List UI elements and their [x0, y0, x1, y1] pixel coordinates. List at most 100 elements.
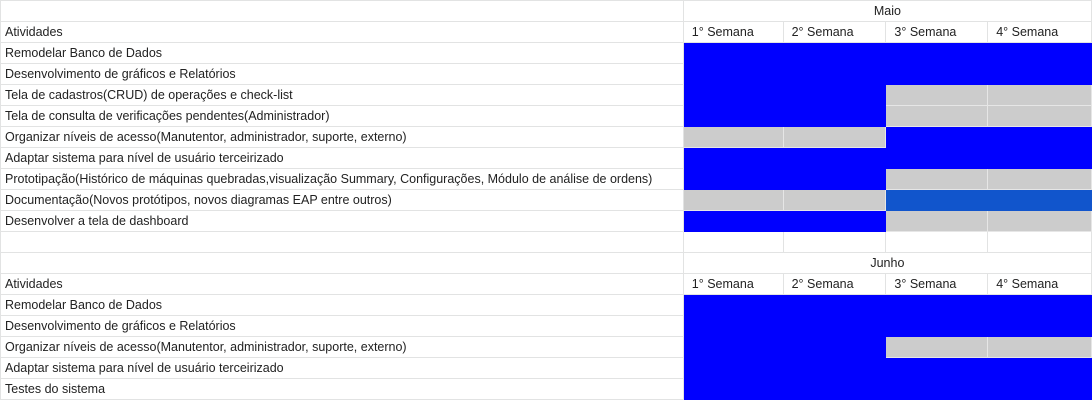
week-cell[interactable]: [885, 147, 989, 169]
week-cell[interactable]: [682, 168, 784, 190]
week-cell[interactable]: [987, 315, 1092, 337]
week-cell[interactable]: [682, 336, 784, 358]
header-row: Atividades 1° Semana 2° Semana 3° Semana…: [0, 21, 1092, 43]
activity-cell[interactable]: Tela de cadastros(CRUD) de operações e c…: [0, 84, 684, 106]
week-cell[interactable]: [987, 147, 1092, 169]
week-cell[interactable]: [682, 315, 784, 337]
activity-cell[interactable]: Documentação(Novos protótipos, novos dia…: [0, 189, 684, 211]
empty-cell[interactable]: [0, 0, 684, 22]
week-header-cell[interactable]: 2° Semana: [782, 21, 887, 43]
week-cell[interactable]: [782, 105, 887, 127]
activity-cell[interactable]: Desenvolvimento de gráficos e Relatórios: [0, 315, 684, 337]
week-cell[interactable]: [682, 84, 784, 106]
week-cell[interactable]: [987, 126, 1092, 148]
month-cell[interactable]: Junho: [682, 252, 1092, 274]
week-header-cell[interactable]: 4° Semana: [987, 273, 1092, 295]
week-cell[interactable]: [885, 126, 989, 148]
activity-cell[interactable]: Remodelar Banco de Dados: [0, 42, 684, 64]
empty-cell[interactable]: [0, 231, 684, 253]
week-cell[interactable]: [782, 189, 887, 211]
week-cell[interactable]: [987, 105, 1092, 127]
activity-row: Remodelar Banco de Dados: [0, 294, 1092, 316]
activity-cell[interactable]: Remodelar Banco de Dados: [0, 294, 684, 316]
week-cell[interactable]: [782, 378, 887, 400]
week-cell[interactable]: [682, 294, 784, 316]
week-header-cell[interactable]: 1° Semana: [682, 273, 784, 295]
activity-cell[interactable]: Desenvolver a tela de dashboard: [0, 210, 684, 232]
week-cell[interactable]: [682, 42, 784, 64]
week-cell[interactable]: [987, 168, 1092, 190]
week-header-cell[interactable]: 1° Semana: [682, 21, 784, 43]
activity-cell[interactable]: Tela de consulta de verificações pendent…: [0, 105, 684, 127]
month-row: Junho: [0, 252, 1092, 274]
activity-cell[interactable]: Organizar níveis de acesso(Manutentor, a…: [0, 336, 684, 358]
week-header-cell[interactable]: 3° Semana: [885, 273, 989, 295]
week-cell[interactable]: [682, 378, 784, 400]
week-cell[interactable]: [987, 63, 1092, 85]
week-cell[interactable]: [682, 63, 784, 85]
week-cell[interactable]: [885, 42, 989, 64]
activities-header-cell[interactable]: Atividades: [0, 273, 684, 295]
activity-cell[interactable]: Testes do sistema: [0, 378, 684, 400]
week-cell[interactable]: [987, 210, 1092, 232]
week-cell[interactable]: [987, 357, 1092, 379]
week-cell[interactable]: [987, 294, 1092, 316]
activity-row: Documentação(Novos protótipos, novos dia…: [0, 189, 1092, 211]
week-cell[interactable]: [782, 63, 887, 85]
week-cell[interactable]: [885, 168, 989, 190]
week-cell[interactable]: [682, 210, 784, 232]
month-cell[interactable]: Maio: [682, 0, 1092, 22]
week-cell[interactable]: [782, 84, 887, 106]
week-cell[interactable]: [682, 189, 784, 211]
week-cell[interactable]: [987, 378, 1092, 400]
week-cell[interactable]: [682, 126, 784, 148]
spreadsheet-grid: Maio Atividades 1° Semana 2° Semana 3° S…: [0, 0, 1092, 400]
week-header-cell[interactable]: 3° Semana: [885, 21, 989, 43]
week-cell[interactable]: [885, 357, 989, 379]
week-cell[interactable]: [682, 147, 784, 169]
week-cell[interactable]: [885, 378, 989, 400]
activities-header-cell[interactable]: Atividades: [0, 21, 684, 43]
activity-row: Organizar níveis de acesso(Manutentor, a…: [0, 126, 1092, 148]
week-cell[interactable]: [682, 105, 784, 127]
week-cell[interactable]: [885, 315, 989, 337]
empty-cell[interactable]: [885, 231, 989, 253]
week-cell[interactable]: [782, 294, 887, 316]
week-cell[interactable]: [987, 42, 1092, 64]
week-cell[interactable]: [885, 105, 989, 127]
week-cell[interactable]: [885, 84, 989, 106]
empty-cell[interactable]: [782, 231, 887, 253]
header-row: Atividades 1° Semana 2° Semana 3° Semana…: [0, 273, 1092, 295]
empty-cell[interactable]: [0, 252, 684, 274]
week-cell[interactable]: [987, 189, 1092, 211]
week-cell[interactable]: [885, 210, 989, 232]
activity-cell[interactable]: Adaptar sistema para nível de usuário te…: [0, 357, 684, 379]
week-header-cell[interactable]: 2° Semana: [782, 273, 887, 295]
empty-cell[interactable]: [987, 231, 1092, 253]
week-cell[interactable]: [782, 126, 887, 148]
activity-cell[interactable]: Adaptar sistema para nível de usuário te…: [0, 147, 684, 169]
week-cell[interactable]: [782, 357, 887, 379]
empty-cell[interactable]: [682, 231, 784, 253]
activity-row: Adaptar sistema para nível de usuário te…: [0, 147, 1092, 169]
activity-cell[interactable]: Desenvolvimento de gráficos e Relatórios: [0, 63, 684, 85]
week-cell[interactable]: [782, 147, 887, 169]
activity-row: Prototipação(Histórico de máquinas quebr…: [0, 168, 1092, 190]
activity-row: Desenvolvimento de gráficos e Relatórios: [0, 315, 1092, 337]
week-cell[interactable]: [885, 294, 989, 316]
activity-row: Organizar níveis de acesso(Manutentor, a…: [0, 336, 1092, 358]
week-cell[interactable]: [782, 168, 887, 190]
activity-cell[interactable]: Prototipação(Histórico de máquinas quebr…: [0, 168, 684, 190]
week-cell[interactable]: [987, 336, 1092, 358]
week-cell[interactable]: [682, 357, 784, 379]
week-cell[interactable]: [987, 84, 1092, 106]
activity-cell[interactable]: Organizar níveis de acesso(Manutentor, a…: [0, 126, 684, 148]
week-cell[interactable]: [782, 336, 887, 358]
week-cell[interactable]: [782, 315, 887, 337]
week-cell[interactable]: [885, 336, 989, 358]
week-header-cell[interactable]: 4° Semana: [987, 21, 1092, 43]
week-cell[interactable]: [885, 189, 989, 211]
week-cell[interactable]: [782, 42, 887, 64]
week-cell[interactable]: [885, 63, 989, 85]
week-cell[interactable]: [782, 210, 887, 232]
